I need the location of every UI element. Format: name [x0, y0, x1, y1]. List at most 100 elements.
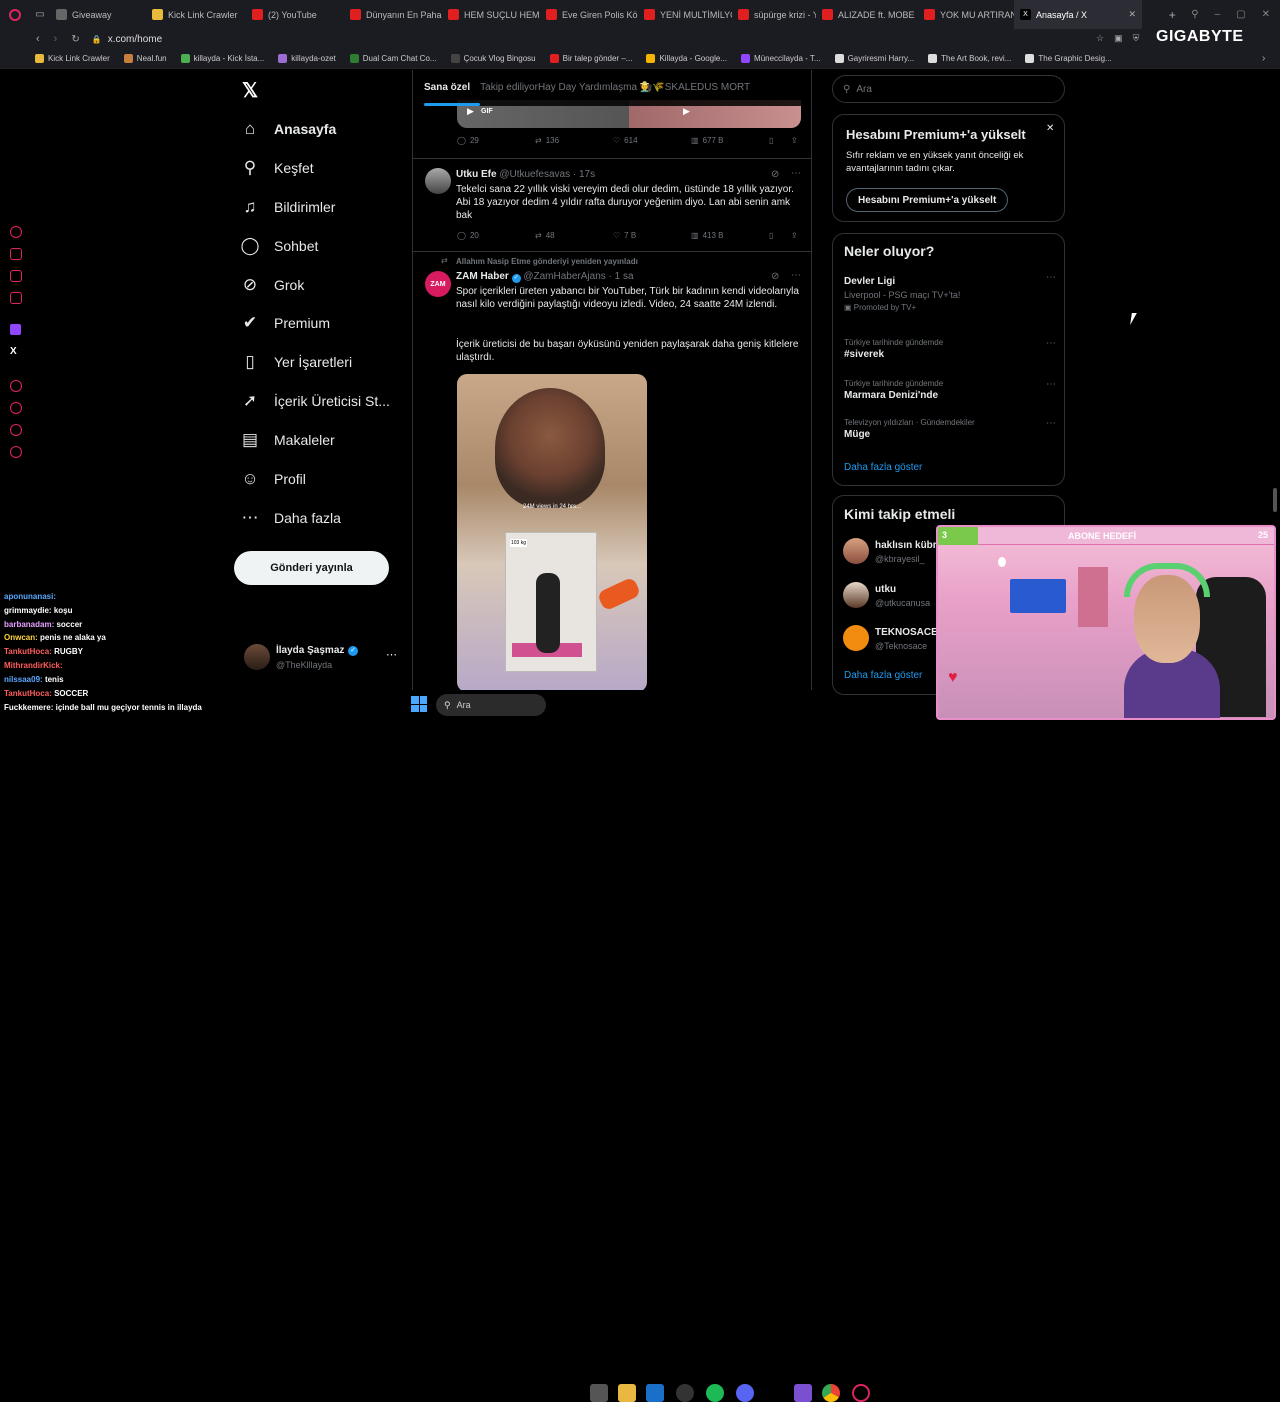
show-more-link[interactable]: Daha fazla göster — [844, 462, 922, 473]
nav-item[interactable]: ⋯ Daha fazla — [240, 500, 341, 536]
opera-icon[interactable] — [852, 1384, 870, 1402]
browser-tab[interactable]: X Anasayfa / X ✕ — [1014, 0, 1142, 29]
reply-button[interactable]: ◯ 20 — [457, 231, 479, 240]
file-explorer-icon[interactable] — [618, 1384, 636, 1402]
repost-note[interactable]: Allahım Nasip Etme gönderiyi yeniden yay… — [456, 257, 638, 266]
browser-tab[interactable]: Dünyanın En Pahalı — [344, 0, 442, 29]
share-button[interactable]: ⇪ — [791, 136, 798, 145]
chrome-icon[interactable] — [822, 1384, 840, 1402]
account-switcher[interactable]: İlayda Şaşmaz ✓ @TheKlllayda ⋯ — [240, 640, 405, 676]
trend-item[interactable]: Devler Ligi Liverpool - PSG maçı TV+'ta! ▣… — [844, 272, 1056, 312]
trend-more-icon[interactable]: ⋯ — [1046, 338, 1056, 349]
tweet[interactable]: ⇄ Allahım Nasip Etme gönderiyi yeniden y… — [413, 252, 811, 690]
play-icon[interactable]: ▶ — [467, 106, 474, 117]
follow-show-more-link[interactable]: Daha fazla göster — [844, 670, 922, 681]
bookmark-item[interactable]: Gayriresmi Harry... — [828, 54, 922, 63]
close-icon[interactable]: ✕ — [1046, 123, 1054, 134]
sidebar-app-icon[interactable] — [10, 292, 22, 304]
views-button[interactable]: ▥ 413 B — [691, 231, 723, 240]
forward-icon[interactable]: › — [54, 33, 58, 45]
bookmarks-more-icon[interactable]: › — [1262, 53, 1265, 64]
opera-logo-icon[interactable] — [0, 0, 30, 29]
url-field[interactable]: x.com/home — [108, 34, 162, 45]
browser-tab[interactable]: Kick Link Crawler — [146, 0, 246, 29]
bookmark-item[interactable]: Killayda - Google... — [639, 54, 734, 63]
sidebar-app-icon[interactable] — [10, 424, 22, 436]
tweet-author[interactable]: Utku Efe — [456, 169, 497, 180]
back-icon[interactable]: ‹ — [36, 33, 40, 45]
bookmark-item[interactable]: Kick Link Crawler — [28, 54, 117, 63]
new-tab-button[interactable]: + — [1163, 8, 1181, 22]
browser-tab[interactable]: (2) YouTube — [246, 0, 344, 29]
search-input[interactable] — [856, 83, 1037, 95]
nav-item[interactable]: ⌂ Anasayfa — [240, 111, 336, 147]
tweet-more-icon[interactable]: ⋯ — [791, 168, 801, 179]
feed-tab[interactable]: SKALEDUS MORT — [665, 70, 750, 106]
browser-tab[interactable]: Eve Giren Polis Kö — [540, 0, 638, 29]
bookmark-item[interactable]: Dual Cam Chat Co... — [343, 54, 444, 63]
shield-icon[interactable]: ⛨ — [1133, 33, 1140, 44]
feed-tab[interactable]: Sana özel — [413, 70, 481, 106]
trend-more-icon[interactable]: ⋯ — [1046, 379, 1056, 390]
spotify-icon[interactable] — [706, 1384, 724, 1402]
grok-icon[interactable]: ⊘ — [771, 169, 779, 180]
sidebar-app-icon[interactable] — [10, 270, 22, 282]
browser-tab[interactable]: YENİ MULTİMİLYO — [638, 0, 732, 29]
nav-item[interactable]: ✔ Premium — [240, 305, 330, 341]
feed-tab[interactable]: Hay Day Yardımlaşma 🧑‍🌾🌾 — [538, 70, 665, 106]
browser-tab[interactable]: süpürge krizi - You — [732, 0, 816, 29]
bookmark-item[interactable]: The Art Book, revi... — [921, 54, 1018, 63]
tweet-author[interactable]: ZAM Haber — [456, 271, 509, 282]
close-tab-icon[interactable]: ✕ — [1128, 9, 1136, 20]
close-window-icon[interactable]: ✕ — [1262, 9, 1270, 20]
play-icon[interactable]: ▶ — [683, 106, 690, 117]
nav-item[interactable]: ⊘ Grok — [240, 267, 304, 303]
tweet[interactable]: Utku Efe @Utkuefesavas · 17s ⊘ ⋯ Tekelci… — [413, 159, 811, 247]
nav-item[interactable]: ☺ Profil — [240, 461, 306, 497]
repost-button[interactable]: ⇄ 48 — [535, 231, 555, 240]
bookmark-item[interactable]: The Graphic Desig... — [1018, 54, 1118, 63]
trend-item[interactable]: Türkiye tarihinde gündemde #siverek ⋯ — [844, 338, 1056, 360]
trend-more-icon[interactable]: ⋯ — [1046, 418, 1056, 429]
nav-item[interactable]: ➚ İçerik Üreticisi St... — [240, 383, 390, 419]
x-app-icon[interactable]: X — [10, 346, 17, 357]
reload-icon[interactable]: ↻ — [71, 34, 79, 45]
browser-tab[interactable]: Giveaway — [50, 0, 146, 29]
maximize-icon[interactable]: ▢ — [1236, 9, 1245, 20]
history-icon[interactable] — [10, 402, 22, 414]
repost-button[interactable]: ⇄ 136 — [535, 136, 559, 145]
nav-item[interactable]: ▤ Makaleler — [240, 422, 335, 458]
taskbar-search[interactable]: ⚲ Ara — [436, 694, 546, 716]
tab-overview-icon[interactable]: ▭ — [30, 9, 50, 20]
bookmark-button[interactable]: ▯ — [769, 231, 773, 240]
bookmark-item[interactable]: Çocuk Vlog Bingosu — [444, 54, 543, 63]
obs-icon[interactable] — [676, 1384, 694, 1402]
premium-upgrade-button[interactable]: Hesabını Premium+'a yükselt — [846, 188, 1009, 212]
settings-icon[interactable] — [10, 446, 22, 458]
nav-item[interactable]: ▯ Yer İşaretleri — [240, 344, 352, 380]
reply-button[interactable]: ◯ 29 — [457, 136, 479, 145]
outlook-icon[interactable] — [646, 1384, 664, 1402]
account-more-icon[interactable]: ⋯ — [386, 648, 397, 661]
bookmark-item[interactable]: Bir talep gönder –... — [543, 54, 640, 63]
bookmark-item[interactable]: killayda-ozet — [271, 54, 342, 63]
search-box[interactable]: ⚲ — [832, 75, 1065, 103]
like-button[interactable]: ♡ 7 B — [613, 231, 636, 240]
bookmark-star-icon[interactable]: ☆ — [1096, 33, 1104, 44]
post-button[interactable]: Gönderi yayınla — [234, 551, 389, 585]
bookmark-item[interactable]: killayda - Kick İsta... — [174, 54, 272, 63]
grok-icon[interactable]: ⊘ — [771, 271, 779, 282]
nav-item[interactable]: ◯ Sohbet — [240, 228, 318, 264]
browser-tab[interactable]: YOK MU ARTIRAN — [918, 0, 1014, 29]
trend-item[interactable]: Türkiye tarihinde gündemde Marmara Denizi… — [844, 379, 1056, 401]
minimize-icon[interactable]: – — [1215, 9, 1221, 20]
snapshot-icon[interactable]: ▣ — [1114, 33, 1123, 44]
views-button[interactable]: ▥ 677 B — [691, 136, 723, 145]
app-grid-icon[interactable] — [794, 1384, 812, 1402]
twitch-icon[interactable] — [10, 324, 21, 335]
share-button[interactable]: ⇪ — [791, 231, 798, 240]
like-button[interactable]: ♡ 614 — [613, 136, 638, 145]
nav-item[interactable]: ⚲ Keşfet — [240, 150, 314, 186]
x-logo-icon[interactable]: 𝕏 — [242, 78, 258, 103]
sidebar-app-icon[interactable] — [10, 226, 22, 238]
